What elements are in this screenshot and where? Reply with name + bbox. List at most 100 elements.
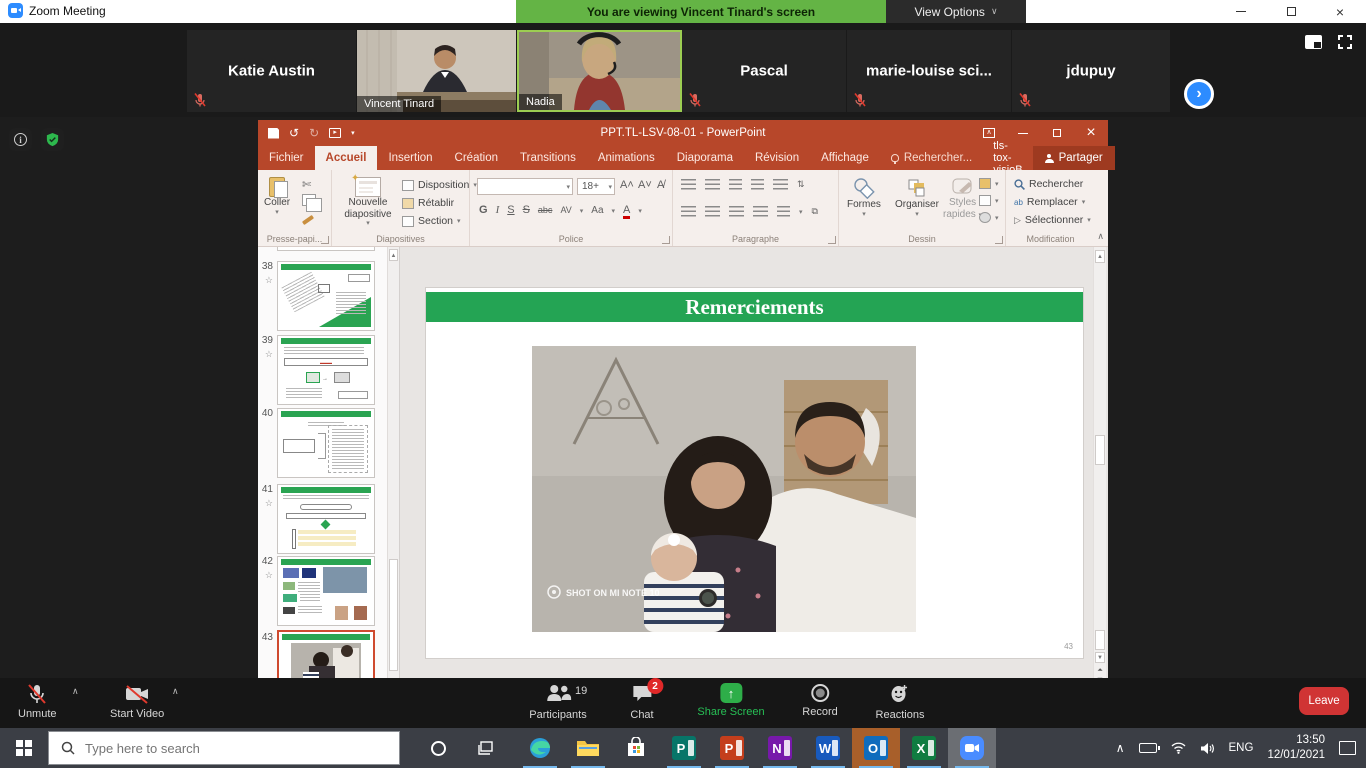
hidden-icons-chevron[interactable]: ∧	[1116, 741, 1125, 755]
dialog-launcher-icon[interactable]	[662, 236, 670, 244]
arrange-button[interactable]: Organiser ▾	[895, 177, 939, 219]
align-left-button[interactable]	[681, 206, 696, 217]
thumbnail-slide-38[interactable]	[277, 261, 375, 331]
ppt-close-button[interactable]: ×	[1074, 120, 1108, 146]
thumbnail-slide-41[interactable]	[277, 484, 375, 554]
dialog-launcher-icon[interactable]	[995, 236, 1003, 244]
taskbar-store[interactable]	[612, 728, 660, 768]
bold-button[interactable]: G	[479, 204, 488, 216]
thumbnail-slide-42[interactable]	[277, 556, 375, 626]
tab-transitions[interactable]: Transitions	[509, 146, 587, 170]
scrollbar-thumb[interactable]	[389, 559, 398, 671]
taskbar-clock[interactable]: 13:50 12/01/2021	[1267, 733, 1325, 763]
change-case-button[interactable]: Aa	[591, 205, 603, 216]
slide-canvas[interactable]: Remerciements	[426, 288, 1083, 658]
tab-diaporama[interactable]: Diaporama	[666, 146, 744, 170]
taskbar-word[interactable]: W	[804, 728, 852, 768]
participant-tile-pascal[interactable]: Pascal	[682, 30, 846, 112]
replace-button[interactable]: ab Remplacer ▾	[1014, 196, 1085, 208]
thumbnail-slide-43-selected[interactable]	[277, 630, 375, 678]
tab-insertion[interactable]: Insertion	[377, 146, 443, 170]
character-spacing-button[interactable]: AV	[560, 205, 571, 215]
slide-title-banner[interactable]: Remerciements	[426, 292, 1083, 322]
columns-button[interactable]	[777, 206, 790, 217]
record-button[interactable]: Record	[802, 683, 837, 718]
gallery-view-icon[interactable]	[1305, 35, 1322, 49]
underline-button[interactable]: S	[507, 204, 514, 216]
taskbar-search[interactable]	[48, 731, 400, 765]
share-screen-button[interactable]: ↑ Share Screen	[697, 683, 764, 718]
taskbar-file-explorer[interactable]	[564, 728, 612, 768]
scroll-up-icon[interactable]: ▲	[389, 249, 398, 261]
thumbnail-slide-39[interactable]: ▬▬▬ →	[277, 335, 375, 405]
align-right-button[interactable]	[729, 206, 744, 217]
taskbar-edge[interactable]	[516, 728, 564, 768]
grow-font-button[interactable]: A˄	[620, 179, 634, 191]
paste-button[interactable]: Coller ▾	[264, 177, 290, 217]
bullets-button[interactable]	[681, 179, 696, 190]
cut-button[interactable]: ✄	[302, 178, 311, 191]
tab-fichier[interactable]: Fichier	[258, 146, 315, 170]
find-button[interactable]: Rechercher	[1014, 178, 1083, 190]
taskbar-onenote[interactable]: N	[756, 728, 804, 768]
language-indicator[interactable]: ENG	[1229, 742, 1254, 754]
video-options-caret[interactable]: ∧	[172, 686, 179, 697]
shrink-font-button[interactable]: A˅	[638, 179, 652, 191]
slide-scrollbar[interactable]: ▲ ▼ ⏶⏷	[1093, 247, 1106, 678]
thumbnail-slide-40[interactable]	[277, 408, 375, 478]
strikethrough-button[interactable]: S	[523, 204, 530, 216]
battery-icon[interactable]	[1139, 743, 1157, 753]
scroll-down-icon[interactable]: ▼	[1095, 652, 1105, 663]
tab-revision[interactable]: Révision	[744, 146, 810, 170]
font-name-combo[interactable]: ▾	[477, 178, 573, 195]
tab-affichage[interactable]: Affichage	[810, 146, 880, 170]
justify-button[interactable]	[753, 206, 768, 217]
section-button[interactable]: Section ▾	[402, 215, 461, 227]
meeting-info-button[interactable]: i	[9, 128, 32, 151]
numbering-button[interactable]	[705, 179, 720, 190]
ppt-restore-button[interactable]	[1040, 120, 1074, 146]
convert-smartart-button[interactable]: ⧉	[812, 206, 818, 217]
taskbar-powerpoint[interactable]: P	[708, 728, 756, 768]
scrollbar-thumb[interactable]	[1095, 435, 1105, 465]
font-size-combo[interactable]: 18+▾	[577, 178, 615, 195]
italic-button[interactable]: I	[496, 204, 500, 216]
unmute-button[interactable]: Unmute	[18, 683, 57, 720]
taskbar-publisher[interactable]: P	[660, 728, 708, 768]
participant-tile-katie-austin[interactable]: Katie Austin	[187, 30, 356, 112]
thumbnail-slide-37-partial[interactable]	[277, 247, 375, 251]
quick-styles-button[interactable]: Styles rapides ▾	[943, 177, 982, 220]
taskbar-zoom-active[interactable]	[948, 728, 996, 768]
wifi-icon[interactable]	[1171, 742, 1186, 754]
tell-me-search[interactable]: Rechercher...	[880, 146, 983, 170]
shape-outline-button[interactable]: ▾	[979, 195, 999, 206]
tab-accueil[interactable]: Accueil	[315, 146, 378, 170]
taskbar-outlook-active[interactable]: O	[852, 728, 900, 768]
volume-icon[interactable]	[1200, 742, 1215, 755]
text-shadow-button[interactable]: abc	[538, 205, 553, 215]
align-center-button[interactable]	[705, 206, 720, 217]
collapse-ribbon-button[interactable]: ∧	[1097, 231, 1104, 242]
increase-indent-button[interactable]	[751, 179, 764, 190]
fullscreen-icon[interactable]	[1338, 35, 1352, 49]
view-options-button[interactable]: View Options ∨	[886, 0, 1026, 23]
scroll-up-icon[interactable]: ▲	[1095, 250, 1105, 263]
close-button[interactable]: ×	[1320, 0, 1360, 23]
tab-creation[interactable]: Création	[444, 146, 509, 170]
family-photo[interactable]: SHOT ON MI NOTE 10	[532, 346, 916, 632]
participant-tile-vincent-tinard[interactable]: Vincent Tinard	[357, 30, 516, 112]
participant-tile-marie-louise[interactable]: marie-louise sci...	[847, 30, 1011, 112]
taskbar-excel[interactable]: X	[900, 728, 948, 768]
next-participants-button[interactable]: ›	[1184, 79, 1214, 109]
maximize-button[interactable]	[1271, 0, 1311, 23]
new-slide-button[interactable]: ✦ Nouvelle diapositive ▾	[340, 177, 396, 228]
search-input[interactable]	[85, 741, 365, 756]
layout-button[interactable]: Disposition ▾	[402, 179, 477, 191]
audio-options-caret[interactable]: ∧	[72, 686, 79, 697]
shape-effects-button[interactable]: ▾	[979, 212, 999, 223]
select-button[interactable]: ▷ Sélectionner ▾	[1014, 214, 1091, 226]
task-view-button[interactable]	[462, 728, 510, 768]
clear-formatting-button[interactable]: A̸	[657, 179, 664, 191]
share-button[interactable]: Partager	[1033, 146, 1115, 170]
copy-button[interactable]	[302, 194, 316, 206]
